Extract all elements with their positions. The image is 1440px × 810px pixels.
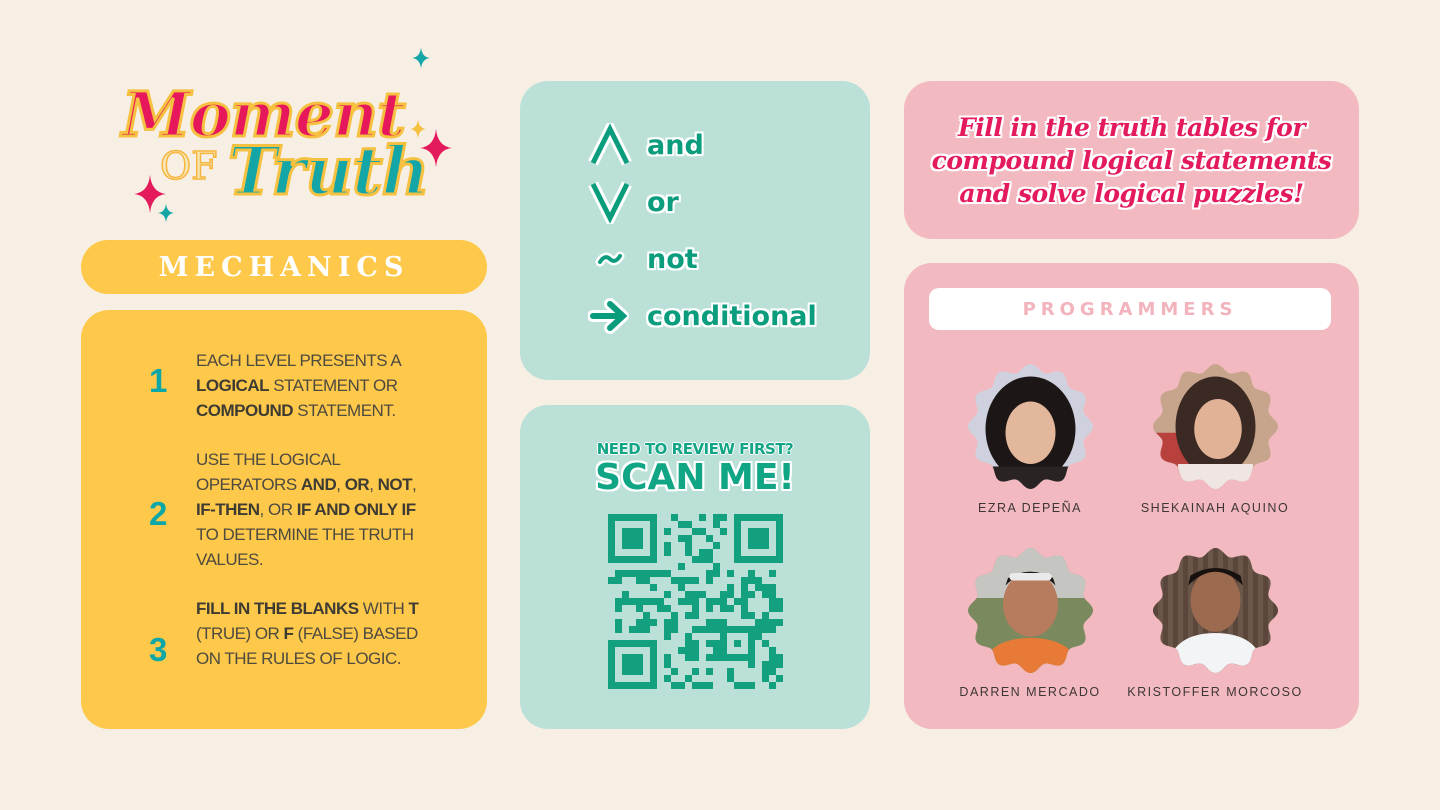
game-logo: Moment OF Truth (110, 40, 470, 230)
scan-me-heading: SCAN ME! (595, 457, 795, 498)
step-text-part: WITH (358, 599, 409, 618)
review-prompt: NEED TO REVIEW FIRST? (596, 440, 794, 458)
mechanics-card: 1 EACH LEVEL PRESENTS A LOGICAL STATEMEN… (81, 310, 487, 729)
qr-code-icon[interactable] (608, 514, 783, 689)
step-keyword: IF AND ONLY IF (296, 500, 416, 519)
step-number: 2 (149, 495, 168, 532)
operator-label: and (647, 129, 704, 161)
operators-card: and or not conditional (520, 81, 870, 380)
step-number: 1 (149, 362, 168, 399)
step-text: FILL IN THE BLANKS WITH T (TRUE) OR F (F… (196, 596, 426, 671)
tagline-text: Fill in the truth tables for compound lo… (931, 112, 1332, 208)
step-text: USE THE LOGICAL OPERATORS AND, OR, NOT, … (196, 447, 426, 572)
or-vee-icon (582, 178, 638, 226)
step-text-part: STATEMENT OR (269, 376, 398, 395)
operator-label: conditional (647, 300, 817, 332)
logo-word-of: OF (159, 143, 218, 189)
step-keyword: FILL IN THE BLANKS (196, 599, 359, 618)
step-text-part: STATEMENT. (293, 401, 396, 420)
step-keyword: F (283, 624, 294, 643)
sparkle-icon (420, 128, 452, 168)
review-qr-card: NEED TO REVIEW FIRST? SCAN ME! (520, 405, 870, 729)
programmers-banner: PROGRAMMERS (929, 288, 1331, 330)
step-keyword: OR (344, 475, 370, 494)
programmer-name: DARREN MERCADO (959, 685, 1101, 699)
operator-and: and (582, 121, 704, 169)
step-keyword: T (408, 599, 419, 618)
operator-label: not (647, 243, 698, 275)
tagline-card: Fill in the truth tables for compound lo… (904, 81, 1359, 239)
programmer-name: KRISTOFFER MORCOSO (1127, 685, 1303, 699)
operator-conditional: conditional (582, 292, 817, 340)
step-text-part: , (369, 475, 378, 494)
step-keyword: LOGICAL (196, 376, 270, 395)
operator-or: or (582, 178, 679, 226)
logo-word-truth: Truth (227, 131, 432, 212)
mechanics-title: MECHANICS (158, 251, 410, 283)
and-wedge-icon (582, 121, 638, 169)
programmer-name: EZRA DEPEÑA (977, 501, 1083, 515)
step-text-part: , (412, 475, 417, 494)
programmers-card: PROGRAMMERS EZRA DEPEÑA SHEKAINAH AQUINO… (904, 263, 1359, 729)
step-text-part: (TRUE) OR (196, 624, 284, 643)
step-number: 3 (149, 631, 168, 668)
conditional-arrow-icon (582, 292, 638, 340)
step-text-part: , (336, 475, 345, 494)
step-text-part: , OR (259, 500, 297, 519)
avatar (1153, 548, 1278, 673)
programmers-title: PROGRAMMERS (1022, 298, 1238, 320)
step-text-part: EACH LEVEL PRESENTS A (196, 351, 401, 370)
operator-not: not (582, 235, 698, 283)
not-tilde-icon (582, 235, 638, 283)
programmer-name: SHEKAINAH AQUINO (1140, 501, 1290, 515)
sparkle-icon (158, 203, 174, 223)
step-keyword: IF-THEN (196, 500, 260, 519)
avatar (968, 364, 1093, 489)
mechanics-banner: MECHANICS (81, 240, 487, 294)
step-keyword: COMPOUND (196, 401, 294, 420)
sparkle-icon (412, 47, 430, 69)
avatar (968, 548, 1093, 673)
step-text: EACH LEVEL PRESENTS A LOGICAL STATEMENT … (196, 348, 426, 423)
operator-label: or (647, 186, 679, 218)
step-keyword: AND (300, 475, 337, 494)
avatar (1153, 364, 1278, 489)
step-text-part: TO DETERMINE THE TRUTH VALUES. (196, 525, 414, 569)
step-keyword: NOT (377, 475, 413, 494)
